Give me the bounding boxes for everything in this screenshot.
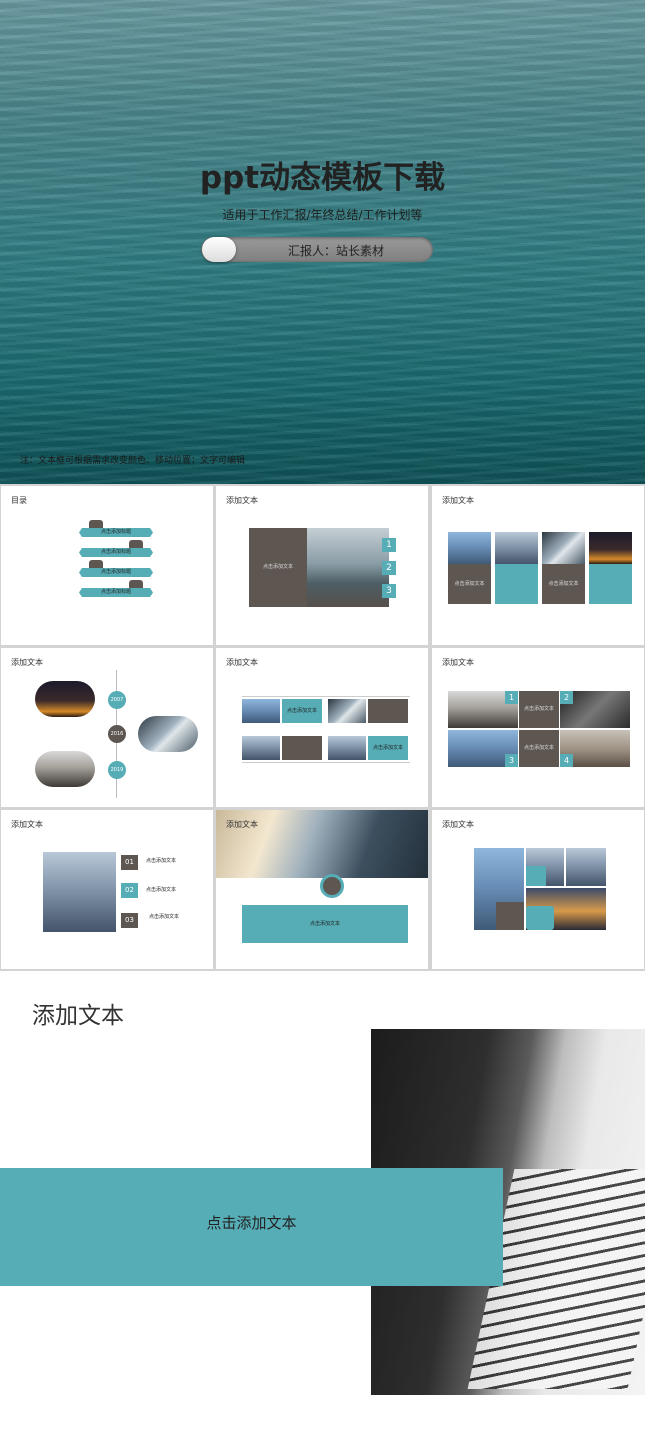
- city-photo: [495, 532, 538, 564]
- slide-thumb-3[interactable]: 添加文本 点击添加文本 点击添加文本: [432, 486, 644, 645]
- reporter-label: 汇报人：站长素材: [287, 244, 384, 258]
- tab-icon: [129, 580, 143, 588]
- slide-thumb-2[interactable]: 添加文本 点击添加文本 1 2 3: [216, 486, 428, 645]
- toc-item[interactable]: 点击添加标题: [79, 528, 153, 537]
- year-circle: 2016: [108, 725, 126, 743]
- number-badge: 3: [382, 584, 396, 598]
- slide-thumb-6[interactable]: 添加文本 1 点击添加文本 2 3 点击添加文本 4: [432, 648, 644, 807]
- text-box[interactable]: 点击添加文本: [448, 564, 491, 604]
- toggle-knob: [202, 237, 236, 262]
- slide-thumb-7[interactable]: 添加文本 01 点击添加文本 02 点击添加文本 03 点击添加文本: [1, 810, 213, 969]
- tab-icon: [89, 560, 103, 568]
- slide-label: 目录: [11, 496, 27, 505]
- city-photo: [242, 699, 280, 723]
- slide-thumb-toc[interactable]: 目录 点击添加标题 点击添加标题 点击添加标题 点击添加标题: [1, 486, 213, 645]
- slide-label: 添加文本: [226, 658, 258, 667]
- toc-item[interactable]: 点击添加标题: [79, 588, 153, 597]
- text-box[interactable]: 点击添加文本: [519, 730, 559, 767]
- divider: [242, 762, 410, 763]
- list-item-text[interactable]: 点击添加文本: [146, 886, 176, 893]
- text-box[interactable]: 点击添加文本: [519, 691, 559, 728]
- hero-slide: ppt动态模板下载 适用于工作汇报/年终总结/工作计划等 汇报人：站长素材 注：…: [0, 0, 645, 484]
- number-badge: 4: [560, 754, 573, 767]
- building-photo: [138, 716, 198, 752]
- circle-marker: [320, 874, 344, 898]
- slide-thumb-4[interactable]: 添加文本 2007 2016 2019: [1, 648, 213, 807]
- text-box[interactable]: 点击添加文本: [242, 905, 408, 943]
- number-badge: 03: [121, 913, 138, 928]
- slide-thumb-5[interactable]: 添加文本 点击添加文本 点击添加文本: [216, 648, 428, 807]
- number-badge: 01: [121, 855, 138, 870]
- text-box[interactable]: 点击添加文本: [282, 699, 322, 723]
- number-badge: 1: [382, 538, 396, 552]
- text-box[interactable]: 点击添加文本: [542, 564, 585, 604]
- brown-block: [368, 699, 408, 723]
- teal-block: [526, 906, 554, 930]
- list-item-text[interactable]: 点击添加文本: [146, 857, 176, 864]
- aerial-city-photo: [43, 852, 116, 932]
- featured-slide[interactable]: 添加文本 点击添加文本: [0, 971, 645, 1455]
- slide-label: 添加文本: [442, 820, 474, 829]
- city-photo: [242, 736, 280, 760]
- slide-title: 添加文本: [32, 1003, 124, 1029]
- teal-block: [526, 866, 546, 886]
- night-photo: [35, 681, 95, 717]
- slide-label: 添加文本: [226, 496, 258, 505]
- city-photo: [448, 532, 491, 564]
- slide-label: 添加文本: [442, 658, 474, 667]
- hero-title: ppt动态模板下载: [199, 160, 446, 196]
- number-badge: 1: [505, 691, 518, 704]
- number-badge: 2: [382, 561, 396, 575]
- text-box[interactable]: 点击添加文本: [249, 528, 307, 607]
- night-photo: [589, 532, 632, 564]
- team-photo: [35, 751, 95, 787]
- tab-icon: [89, 520, 103, 528]
- divider: [242, 696, 410, 697]
- building-photo: [542, 532, 585, 564]
- mountain-photo: [307, 528, 389, 607]
- list-item-text[interactable]: 点击添加文本: [149, 913, 179, 920]
- hero-subtitle: 适用于工作汇报/年终总结/工作计划等: [222, 208, 423, 222]
- slide-thumb-9[interactable]: 添加文本: [432, 810, 644, 969]
- slide-thumb-8[interactable]: 添加文本 点击添加文本: [216, 810, 428, 969]
- banner-text: 点击添加文本: [206, 1214, 297, 1232]
- slide-label: 添加文本: [11, 658, 43, 667]
- number-badge: 2: [560, 691, 573, 704]
- number-badge: 02: [121, 883, 138, 898]
- reporter-toggle[interactable]: 汇报人：站长素材: [201, 237, 433, 262]
- city-photo: [328, 736, 366, 760]
- teal-block: [495, 564, 538, 604]
- teal-block: [589, 564, 632, 604]
- number-badge: 3: [505, 754, 518, 767]
- text-box[interactable]: 点击添加文本: [368, 736, 408, 760]
- toc-item[interactable]: 点击添加标题: [79, 548, 153, 557]
- hero-note: 注：文本框可根据需求改变颜色、移动位置；文字可编辑: [20, 456, 246, 466]
- year-circle: 2007: [108, 691, 126, 709]
- year-circle: 2019: [108, 761, 126, 779]
- tab-icon: [129, 540, 143, 548]
- city-photo: [566, 848, 606, 886]
- slide-label: 添加文本: [226, 820, 258, 829]
- slide-label: 添加文本: [442, 496, 474, 505]
- slide-label: 添加文本: [11, 820, 43, 829]
- brown-block: [496, 902, 524, 930]
- text-banner[interactable]: 点击添加文本: [0, 1168, 503, 1286]
- brown-block: [282, 736, 322, 760]
- building-photo: [328, 699, 366, 723]
- toc-item[interactable]: 点击添加标题: [79, 568, 153, 577]
